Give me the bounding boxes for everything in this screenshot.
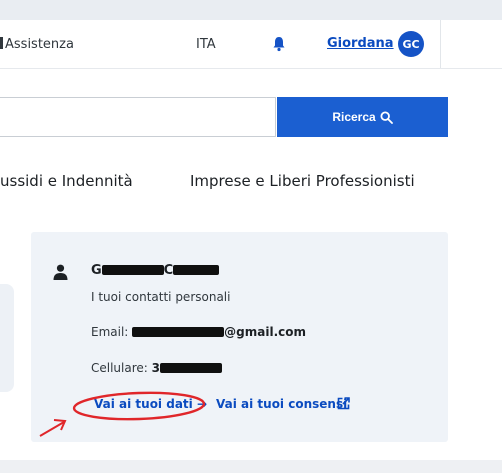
external-link-icon[interactable] xyxy=(337,397,350,410)
assistance-label: Assistenza xyxy=(5,37,74,52)
language-selector[interactable]: ITA xyxy=(196,37,216,52)
top-strip xyxy=(0,0,502,20)
contact-name: GC xyxy=(91,263,220,278)
contact-subtitle: I tuoi contatti personali xyxy=(91,290,231,304)
person-icon xyxy=(53,264,68,280)
email-label: Email: xyxy=(91,325,129,339)
nav-item-imprese[interactable]: Imprese e Liberi Professionisti xyxy=(190,172,415,190)
avatar[interactable]: GC xyxy=(398,31,424,57)
bell-icon[interactable] xyxy=(272,36,286,52)
email-value: @gmail.com xyxy=(224,325,307,339)
header-divider xyxy=(440,20,441,68)
redaction xyxy=(173,265,220,275)
assistance-link[interactable]: Assistenza xyxy=(0,37,74,52)
search-input[interactable] xyxy=(0,97,276,137)
email-row: Email: @gmail.com xyxy=(91,325,306,339)
search-icon xyxy=(380,110,393,124)
name-initial: G xyxy=(91,263,102,278)
red-annotation xyxy=(39,391,206,437)
bottom-band xyxy=(0,460,502,473)
surname-initial: C xyxy=(163,263,174,278)
phone-value: 3 xyxy=(151,361,161,375)
view-consents-link[interactable]: Vai ai tuoi consensi xyxy=(216,397,347,411)
user-name-link[interactable]: Giordana xyxy=(327,36,394,51)
phone-row: Cellulare: 3 xyxy=(91,361,223,375)
search-button[interactable]: Ricerca xyxy=(277,97,448,137)
redaction xyxy=(132,327,225,337)
search-button-label: Ricerca xyxy=(332,110,376,124)
redaction xyxy=(160,363,223,373)
header-bar xyxy=(0,20,502,69)
side-card-fragment xyxy=(0,284,14,392)
separator-bar xyxy=(0,37,3,49)
redaction xyxy=(101,265,164,275)
nav-item-sussidi[interactable]: ussidi e Indennità xyxy=(0,172,133,190)
phone-label: Cellulare: xyxy=(91,361,148,375)
